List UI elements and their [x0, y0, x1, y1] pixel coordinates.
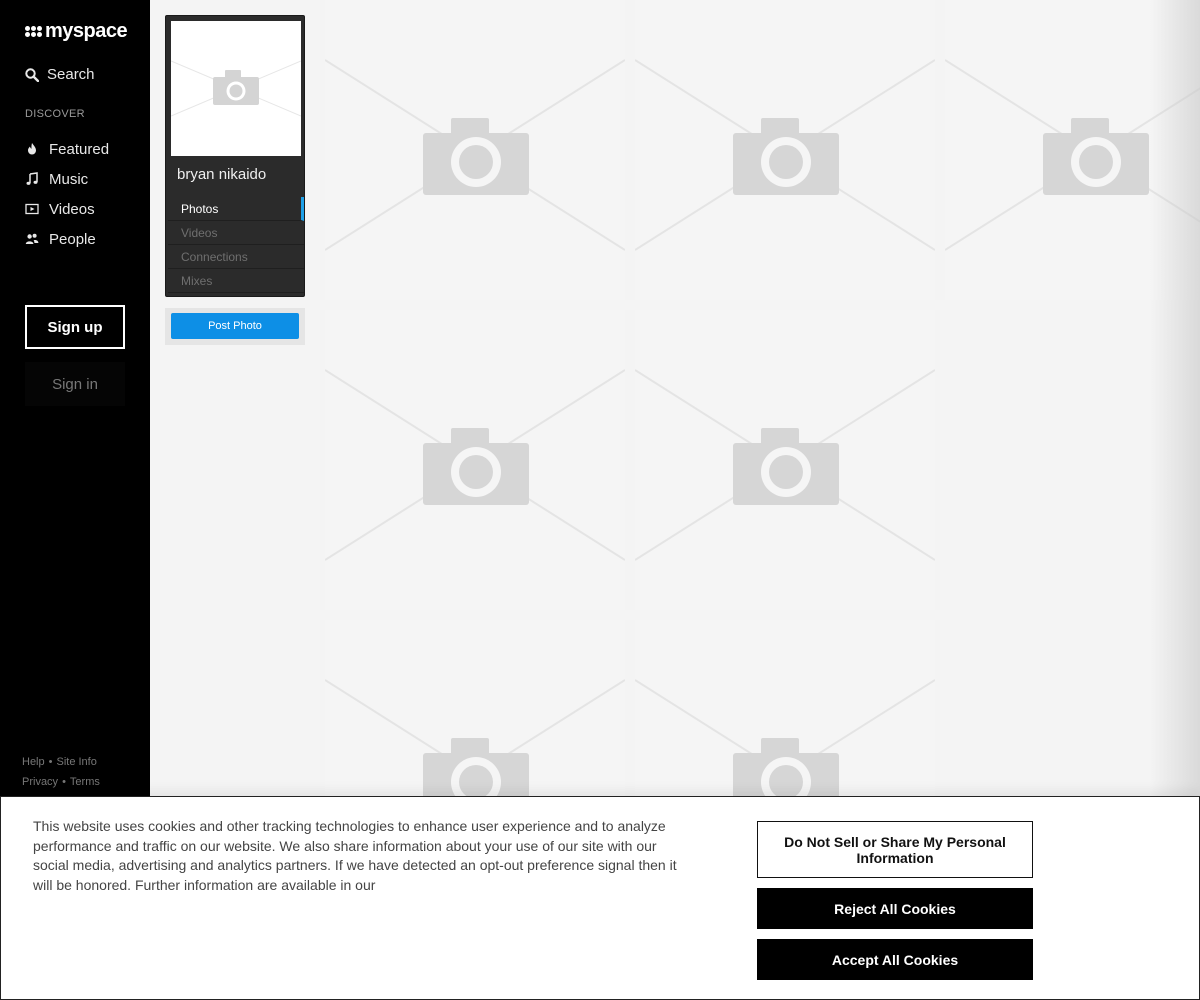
video-icon: [25, 203, 39, 215]
profile-photo-placeholder[interactable]: [171, 21, 301, 156]
signup-button[interactable]: Sign up: [25, 305, 125, 349]
profile-tab-photos[interactable]: Photos: [168, 197, 304, 221]
nav-item-people[interactable]: People: [25, 224, 145, 254]
profile-tab-connections[interactable]: Connections: [168, 245, 304, 269]
nav-label-people: People: [49, 230, 96, 248]
profile-menu: Photos Videos Connections Mixes: [168, 197, 304, 293]
myspace-logo[interactable]: myspace: [25, 20, 128, 43]
sidebar-footer: Help • Site Info Privacy • Terms: [22, 752, 100, 792]
photo-grid: [325, 0, 1200, 930]
separator-dot: •: [48, 756, 53, 768]
camera-icon: [325, 369, 625, 561]
search-link[interactable]: Search: [25, 66, 95, 83]
discover-heading: DISCOVER: [25, 108, 85, 120]
post-photo-button[interactable]: Post Photo: [171, 313, 299, 339]
nav-item-featured[interactable]: Featured: [25, 134, 145, 164]
logo-dots-icon: [25, 26, 42, 37]
signin-button[interactable]: Sign in: [25, 362, 125, 406]
photo-tile[interactable]: [635, 0, 935, 300]
nav-item-music[interactable]: Music: [25, 164, 145, 194]
flame-icon: [28, 143, 36, 155]
nav-label-featured: Featured: [49, 140, 110, 158]
discover-nav: Featured Music Videos People: [25, 134, 145, 254]
nav-label-videos: Videos: [49, 200, 95, 218]
music-note-icon: [26, 172, 38, 185]
profile-card: bryan nikaido Photos Videos Connections …: [165, 15, 305, 297]
cookie-banner-text: This website uses cookies and other trac…: [33, 818, 677, 893]
photo-tile[interactable]: [325, 0, 625, 300]
camera-icon: [325, 59, 625, 251]
photo-tile[interactable]: [635, 310, 935, 610]
privacy-link[interactable]: Privacy: [22, 776, 58, 788]
profile-tab-mixes[interactable]: Mixes: [168, 269, 304, 293]
people-icon: [25, 233, 39, 244]
profile-tab-videos[interactable]: Videos: [168, 221, 304, 245]
photo-tile[interactable]: [325, 310, 625, 610]
cookie-banner: This website uses cookies and other trac…: [0, 796, 1200, 1000]
separator-dot: •: [62, 776, 66, 788]
camera-icon: [171, 60, 301, 117]
search-label: Search: [47, 66, 95, 83]
logo-text: myspace: [45, 20, 128, 42]
nav-label-music: Music: [49, 170, 89, 188]
terms-link[interactable]: Terms: [70, 776, 100, 788]
do-not-sell-button[interactable]: Do Not Sell or Share My Personal Informa…: [757, 821, 1033, 878]
search-icon: [25, 67, 39, 82]
nav-item-videos[interactable]: Videos: [25, 194, 145, 224]
right-edge-shadow: [1150, 0, 1200, 800]
reject-cookies-button[interactable]: Reject All Cookies: [757, 888, 1033, 929]
camera-icon: [635, 369, 935, 561]
accept-cookies-button[interactable]: Accept All Cookies: [757, 939, 1033, 980]
help-link[interactable]: Help: [22, 756, 45, 768]
post-photo-container: Post Photo: [165, 308, 305, 345]
profile-name: bryan nikaido: [177, 166, 267, 183]
site-info-link[interactable]: Site Info: [56, 756, 96, 768]
camera-icon: [635, 59, 935, 251]
